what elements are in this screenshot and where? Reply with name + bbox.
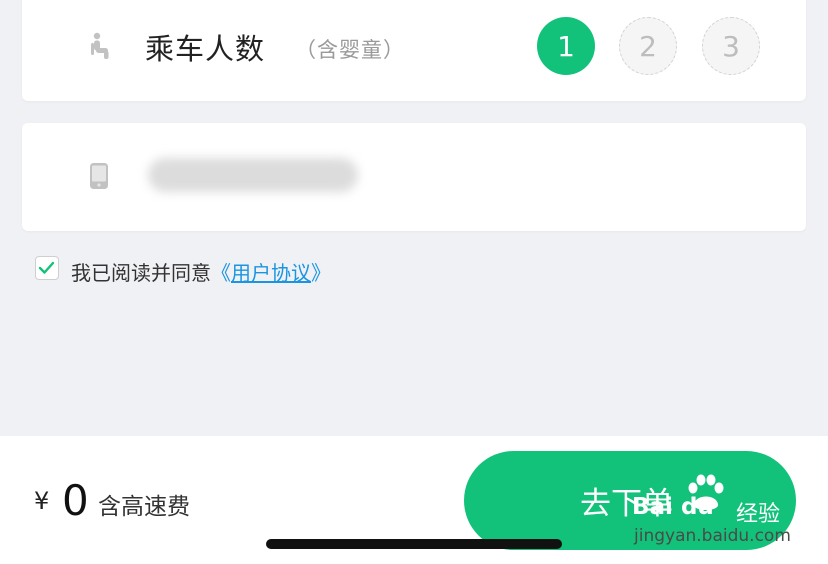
agreement-label: 我已阅读并同意	[71, 261, 211, 285]
link-open-bracket: 《	[211, 261, 231, 285]
price-note: 含高速费	[98, 494, 190, 520]
phone-number-blurred[interactable]	[148, 158, 358, 192]
currency-symbol: ¥	[34, 487, 50, 515]
agreement-text: 我已阅读并同意《用户协议》	[71, 257, 331, 286]
user-agreement-link[interactable]: 《用户协议》	[211, 261, 331, 285]
home-indicator[interactable]	[266, 539, 562, 549]
passenger-count-option-3[interactable]: 3	[702, 17, 760, 75]
price-value: 0	[62, 476, 89, 525]
passenger-count-card	[22, 0, 806, 101]
watermark-sub: 经验	[736, 502, 781, 527]
user-agreement-link-text[interactable]: 用户协议	[231, 261, 311, 285]
phone-number-card[interactable]	[22, 123, 806, 231]
passenger-count-subtitle: （含婴童）	[295, 38, 405, 62]
passenger-count-title: 乘车人数	[145, 32, 266, 66]
phone-icon	[90, 163, 108, 189]
watermark-url: jingyan.baidu.com	[634, 526, 791, 546]
agreement-checkbox[interactable]	[35, 256, 59, 280]
link-close-bracket: 》	[311, 261, 331, 285]
watermark-brand: Bai du	[632, 494, 714, 520]
check-icon	[38, 261, 55, 274]
seat-icon	[91, 32, 109, 59]
passenger-count-option-2[interactable]: 2	[619, 17, 677, 75]
passenger-count-option-1[interactable]: 1	[537, 17, 595, 75]
